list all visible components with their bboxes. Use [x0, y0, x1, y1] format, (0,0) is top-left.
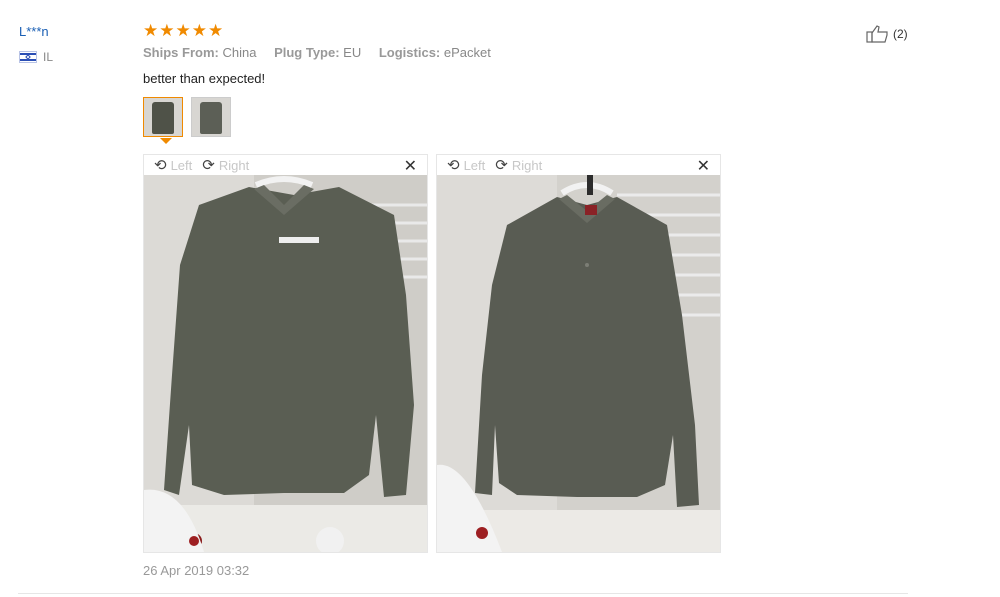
helpful-count: (2) — [893, 27, 908, 41]
rotate-left-button[interactable]: ⟲ Left — [154, 156, 192, 174]
star-icon: ★ — [191, 21, 207, 40]
attr-value: ePacket — [443, 45, 491, 60]
rotate-left-icon: ⟲ — [447, 157, 460, 174]
israel-flag-icon — [19, 51, 37, 63]
review-timestamp: 26 Apr 2019 03:32 — [143, 563, 250, 578]
star-icon: ★ — [143, 21, 159, 40]
star-icon: ★ — [208, 21, 224, 40]
thumbnail-1[interactable] — [143, 97, 183, 137]
close-icon[interactable]: ✕ — [697, 156, 710, 176]
attr-label: Ships From: — [143, 45, 219, 60]
reviewer-country: IL — [19, 50, 53, 64]
rotate-right-button[interactable]: ⟳ Right — [495, 156, 542, 174]
attr-value: EU — [343, 45, 362, 60]
review-photo-2 — [437, 175, 720, 552]
photo-thumbnails — [143, 97, 231, 137]
close-icon[interactable]: ✕ — [404, 156, 417, 176]
photo-viewer-1: ⟲ Left ⟳ Right ✕ — [143, 154, 428, 553]
rotate-left-button[interactable]: ⟲ Left — [447, 156, 485, 174]
thumbnail-2[interactable] — [191, 97, 231, 137]
viewer-toolbar: ⟲ Left ⟳ Right ✕ — [437, 155, 720, 175]
star-rating: ★ ★ ★ ★ ★ — [143, 22, 223, 40]
rotate-right-icon: ⟳ — [202, 157, 215, 174]
thumbs-up-icon — [866, 25, 888, 43]
helpful-button[interactable]: (2) — [866, 24, 908, 44]
order-attributes: Ships From: China Plug Type: EU Logistic… — [143, 45, 491, 60]
selected-thumb-indicator — [160, 138, 172, 144]
country-code: IL — [43, 50, 54, 64]
review-text: better than expected! — [143, 71, 266, 86]
star-icon: ★ — [175, 21, 191, 40]
attr-label: Plug Type: — [274, 45, 340, 60]
review-photo-1 — [144, 175, 427, 552]
viewer-toolbar: ⟲ Left ⟳ Right ✕ — [144, 155, 427, 175]
reviewer-name[interactable]: L***n — [19, 24, 49, 39]
attr-label: Logistics: — [378, 45, 441, 60]
rotate-left-icon: ⟲ — [154, 157, 167, 174]
attr-value: China — [222, 45, 257, 60]
rotate-right-icon: ⟳ — [495, 157, 508, 174]
star-icon: ★ — [159, 21, 175, 40]
photo-viewer-2: ⟲ Left ⟳ Right ✕ — [436, 154, 721, 553]
rotate-right-button[interactable]: ⟳ Right — [202, 156, 249, 174]
review-divider — [18, 593, 908, 594]
